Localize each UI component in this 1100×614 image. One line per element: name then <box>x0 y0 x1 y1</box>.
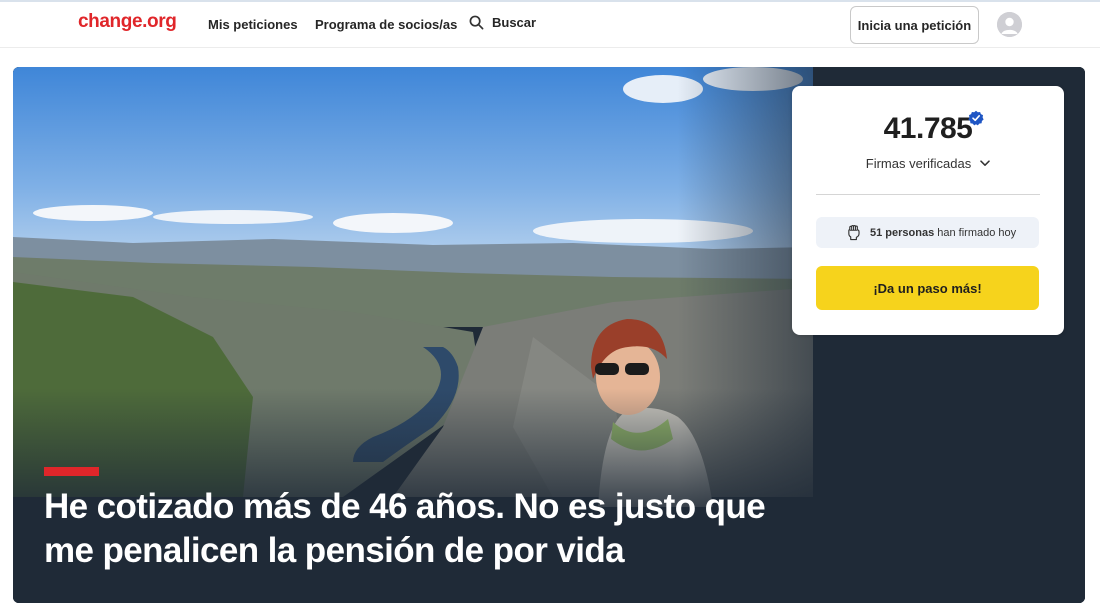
signed-today-suffix: han firmado hoy <box>934 227 1017 239</box>
card-divider <box>816 194 1040 195</box>
raised-fist-icon <box>848 224 860 241</box>
top-navigation: change.org Mis peticiones Programa de so… <box>0 2 1100 48</box>
chevron-down-icon <box>980 160 990 166</box>
user-avatar-icon[interactable] <box>997 12 1022 37</box>
start-petition-button[interactable]: Inicia una petición <box>850 6 979 44</box>
nav-link-my-petitions[interactable]: Mis peticiones <box>208 17 298 32</box>
verified-signatures-label: Firmas verificadas <box>865 156 972 171</box>
nav-link-partners-program[interactable]: Programa de socios/as <box>315 17 457 32</box>
signature-count: 41.785 <box>883 112 973 145</box>
search-label: Buscar <box>492 15 537 30</box>
signed-today-banner: 51 personas han firmado hoy <box>816 217 1039 248</box>
search-icon <box>469 15 484 30</box>
signed-today-count: 51 personas <box>870 227 935 239</box>
take-next-step-button[interactable]: ¡Da un paso más! <box>816 266 1039 310</box>
change-org-logo[interactable]: change.org <box>78 11 177 33</box>
search-link[interactable]: Buscar <box>469 15 536 30</box>
title-accent-bar <box>44 467 99 476</box>
verified-check-icon <box>968 110 984 126</box>
signed-today-text: 51 personas han firmado hoy <box>870 227 1016 239</box>
petition-title: He cotizado más de 46 años. No es justo … <box>44 487 766 570</box>
signature-card: 41.785 Firmas verificadas 51 personas ha… <box>792 86 1064 335</box>
verified-signatures-toggle[interactable]: Firmas verificadas <box>792 156 1064 171</box>
